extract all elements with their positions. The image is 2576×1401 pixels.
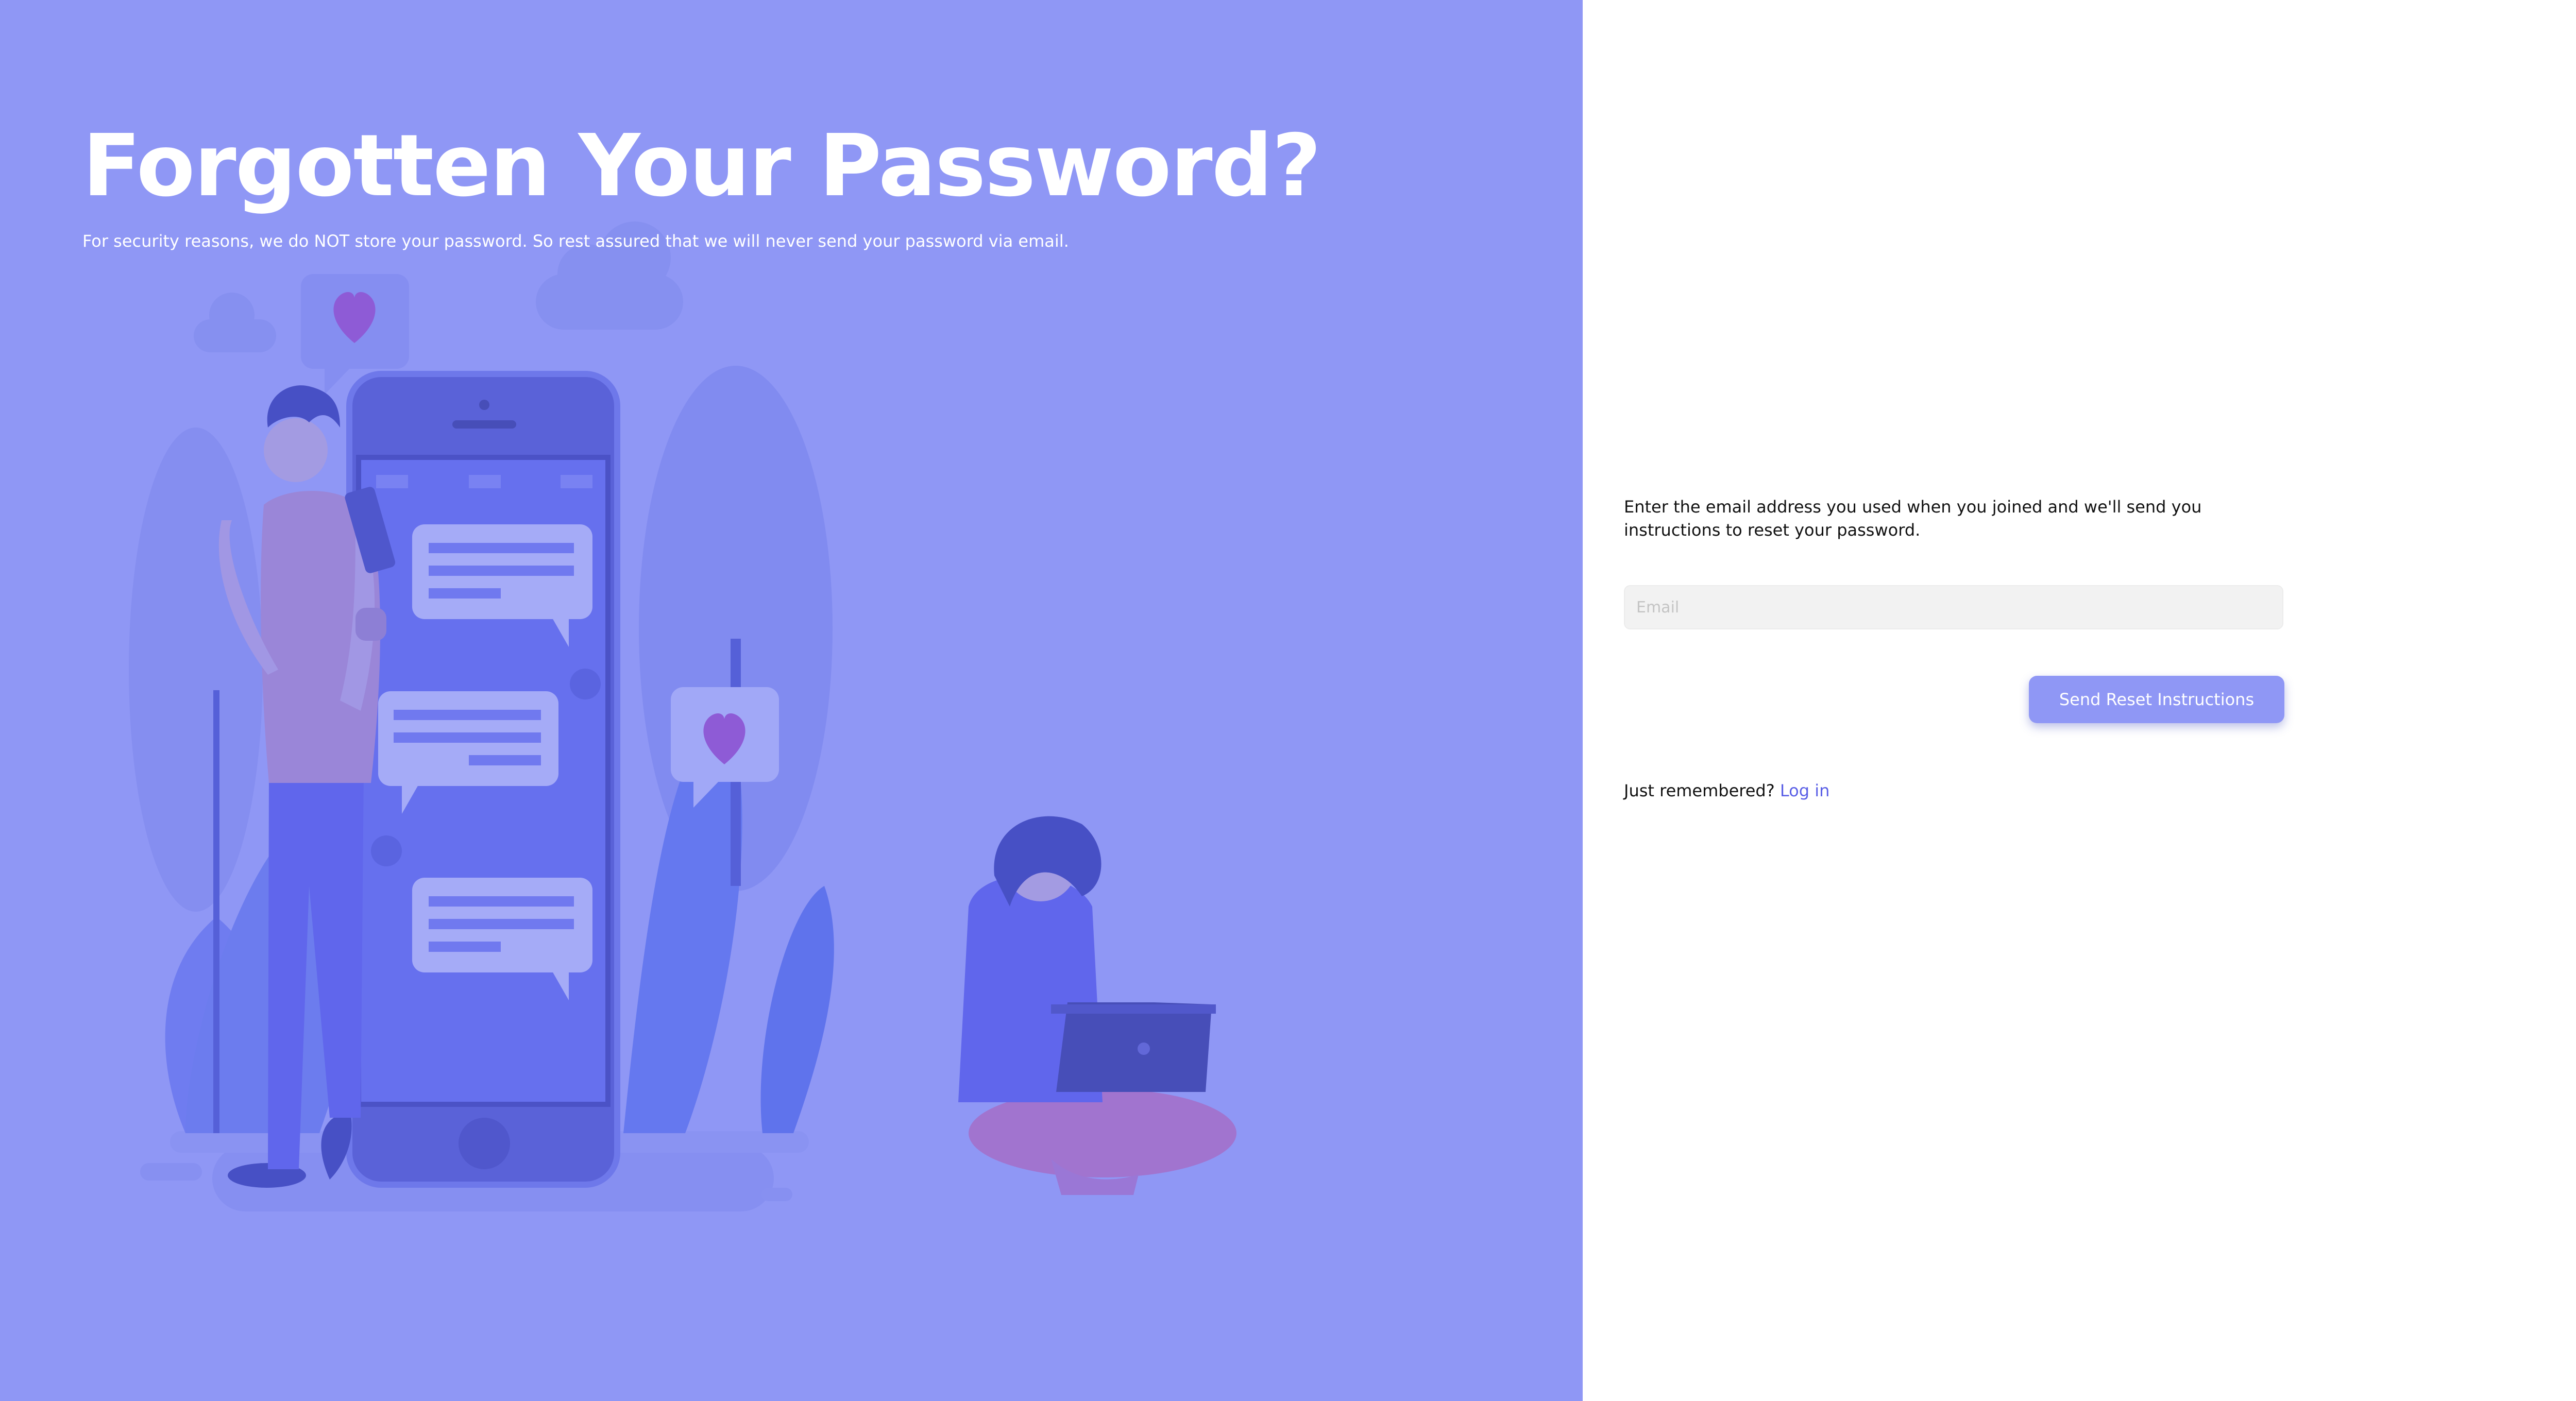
reset-instructions-text: Enter the email address you used when yo… xyxy=(1624,497,2202,540)
login-prompt-text: Just remembered? xyxy=(1624,781,1775,800)
hero-panel: Forgotten Your Password? For security re… xyxy=(0,0,1583,1401)
background-tree-left xyxy=(129,428,263,912)
cloud-icon xyxy=(194,293,276,352)
woman-figure xyxy=(958,816,1236,1195)
login-prompt: Just remembered? Log in xyxy=(1624,781,1829,800)
forgot-password-page: Forgotten Your Password? For security re… xyxy=(0,0,2576,1401)
plant-leaf-icon xyxy=(760,886,834,1133)
login-link[interactable]: Log in xyxy=(1780,781,1830,800)
page-title: Forgotten Your Password? xyxy=(82,116,1321,216)
email-input[interactable] xyxy=(1624,585,2283,629)
reset-form-panel: Enter the email address you used when yo… xyxy=(1583,0,2576,1401)
send-reset-instructions-button[interactable]: Send Reset Instructions xyxy=(2029,676,2284,723)
security-notice: For security reasons, we do NOT store yo… xyxy=(82,231,1069,251)
